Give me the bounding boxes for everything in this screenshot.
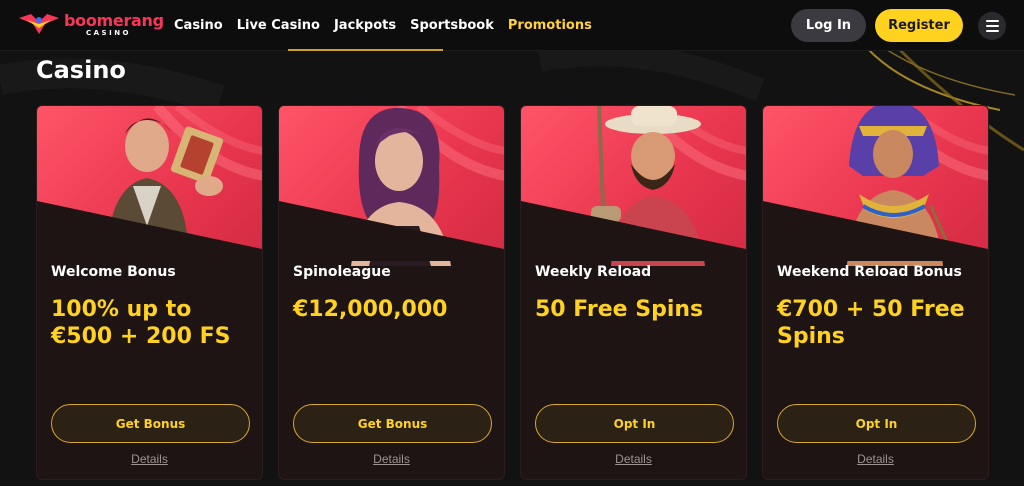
details-link[interactable]: Details: [37, 452, 262, 466]
card-title: Spinoleague: [293, 264, 391, 280]
main-nav: Casino Live Casino Jackpots Sportsbook P…: [174, 0, 592, 51]
promo-card-welcome-bonus: Welcome Bonus 100% up to €500 + 200 FS G…: [36, 105, 263, 480]
nav-casino[interactable]: Casino: [174, 18, 223, 33]
opt-in-button[interactable]: Opt In: [777, 404, 976, 443]
boomerang-casino-logo[interactable]: boomerang CASINO: [17, 10, 164, 42]
promo-card-weekly-reload: Weekly Reload 50 Free Spins Opt In Detai…: [520, 105, 747, 480]
top-navigation-bar: boomerang CASINO Casino Live Casino Jack…: [0, 0, 1024, 51]
card-offer: 50 Free Spins: [535, 297, 704, 322]
opt-in-button[interactable]: Opt In: [535, 404, 734, 443]
card-title: Weekend Reload Bonus: [777, 264, 962, 280]
get-bonus-button[interactable]: Get Bonus: [51, 404, 250, 443]
details-link[interactable]: Details: [279, 452, 504, 466]
logo-wordmark: boomerang: [64, 11, 164, 30]
details-link[interactable]: Details: [763, 452, 988, 466]
card-title: Welcome Bonus: [51, 264, 176, 280]
nav-promotions[interactable]: Promotions: [508, 18, 592, 33]
promo-card-weekend-reload-bonus: Weekend Reload Bonus €700 + 50 Free Spin…: [762, 105, 989, 480]
hamburger-menu-icon[interactable]: [978, 12, 1006, 40]
card-title: Weekly Reload: [535, 264, 652, 280]
active-tab-indicator: [288, 49, 443, 51]
nav-jackpots[interactable]: Jackpots: [334, 18, 396, 33]
section-title: Casino: [36, 56, 126, 84]
nav-sportsbook[interactable]: Sportsbook: [410, 18, 494, 33]
logo-subtitle: CASINO: [86, 29, 132, 37]
nav-live-casino[interactable]: Live Casino: [237, 18, 320, 33]
details-link[interactable]: Details: [521, 452, 746, 466]
boomerang-logo-icon: [17, 10, 61, 36]
card-offer: €12,000,000: [293, 297, 448, 322]
promo-card-spinoleague: Spinoleague €12,000,000 Get Bonus Detail…: [278, 105, 505, 480]
card-offer: 100% up to €500 + 200 FS: [51, 297, 231, 349]
card-offer: €700 + 50 Free Spins: [777, 297, 965, 349]
get-bonus-button[interactable]: Get Bonus: [293, 404, 492, 443]
login-button[interactable]: Log In: [791, 9, 866, 42]
register-button[interactable]: Register: [875, 9, 963, 42]
